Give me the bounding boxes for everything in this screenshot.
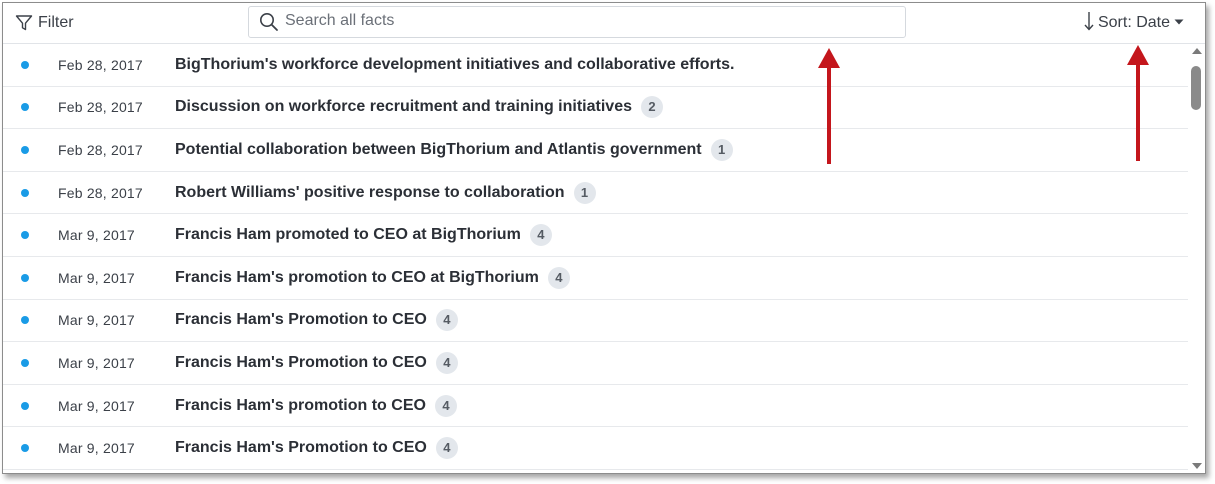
fact-title-group: Francis Ham promoted to CEO at BigThoriu… (175, 224, 552, 247)
fact-title-group: Francis Ham's Promotion to CEO 4 (175, 437, 458, 460)
scroll-up-arrow-icon[interactable] (1192, 48, 1202, 54)
filter-button[interactable]: Filter (15, 11, 74, 35)
status-dot (21, 444, 29, 453)
fact-title-group: Francis Ham's promotion to CEO at BigTho… (175, 266, 570, 289)
fact-title-group: Francis Ham's Promotion to CEO 4 (175, 351, 458, 374)
fact-count-badge: 4 (435, 309, 458, 332)
fact-row[interactable]: Feb 28, 2017 Robert Williams' positive re… (3, 172, 1188, 215)
fact-row[interactable]: Mar 9, 2017 Francis Ham's Promotion to CE… (3, 427, 1188, 470)
fact-date: Feb 28, 2017 (58, 184, 143, 201)
fact-count-badge: 4 (434, 394, 457, 417)
fact-title: Francis Ham's Promotion to CEO (175, 353, 427, 371)
status-dot (21, 231, 29, 240)
fact-title: Francis Ham's Promotion to CEO (175, 311, 427, 329)
fact-title: Robert Williams' positive response to co… (175, 183, 565, 201)
fact-date: Feb 28, 2017 (58, 141, 143, 158)
fact-date: Mar 9, 2017 (58, 312, 135, 329)
fact-date: Feb 28, 2017 (58, 99, 143, 116)
fact-count-badge: 4 (435, 351, 458, 374)
fact-row[interactable]: Feb 28, 2017 Discussion on workforce recr… (3, 87, 1188, 130)
funnel-icon (15, 14, 33, 32)
fact-date: Mar 9, 2017 (58, 397, 135, 414)
fact-date: Feb 28, 2017 (58, 56, 143, 73)
vertical-scrollbar[interactable] (1189, 44, 1205, 473)
fact-date: Mar 9, 2017 (58, 354, 135, 371)
facts-panel: Filter Sort: Date (2, 2, 1206, 474)
fact-count-badge: 4 (435, 437, 458, 460)
status-dot (21, 145, 29, 154)
fact-title: BigThorium's workforce development initi… (175, 55, 735, 73)
fact-title-group: Francis Ham's Promotion to CEO 4 (175, 309, 458, 332)
arrow-down-icon (1083, 11, 1095, 36)
sort-button[interactable]: Sort: Date (1083, 11, 1185, 35)
facts-toolbar: Filter Sort: Date (3, 3, 1205, 44)
fact-title: Francis Ham promoted to CEO at BigThoriu… (175, 226, 521, 244)
fact-title-group: Discussion on workforce recruitment and … (175, 96, 663, 119)
status-dot (21, 401, 29, 410)
sort-label: Sort: Date (1097, 14, 1170, 31)
fact-title-group: Potential collaboration between BigThori… (175, 138, 733, 161)
fact-date: Mar 9, 2017 (58, 440, 135, 457)
fact-title: Francis Ham's promotion to CEO (175, 396, 426, 414)
fact-row[interactable]: Mar 9, 2017 Francis Ham's promotion to CE… (3, 385, 1188, 428)
fact-row[interactable]: Mar 9, 2017 Francis Ham promoted to CEO a… (3, 214, 1188, 257)
fact-date: Mar 9, 2017 (58, 269, 135, 286)
fact-count-badge: 4 (529, 224, 552, 247)
fact-count-badge: 2 (640, 96, 663, 119)
scrollbar-thumb[interactable] (1191, 66, 1201, 110)
fact-title-group: Robert Williams' positive response to co… (175, 181, 596, 204)
fact-title: Discussion on workforce recruitment and … (175, 98, 632, 116)
status-dot (21, 188, 29, 197)
filter-label: Filter (38, 14, 74, 31)
fact-row[interactable]: Mar 9, 2017 Francis Ham's Promotion to CE… (3, 342, 1188, 385)
fact-title: Francis Ham's promotion to CEO at BigTho… (175, 268, 539, 286)
facts-list: Feb 28, 2017 BigThorium's workforce devel… (3, 44, 1188, 473)
fact-date: Mar 9, 2017 (58, 227, 135, 244)
status-dot (21, 358, 29, 367)
fact-count-badge: 1 (710, 138, 733, 161)
fact-row[interactable]: Feb 28, 2017 Potential collaboration betw… (3, 129, 1188, 172)
caret-down-icon (1173, 14, 1185, 32)
scroll-down-arrow-icon[interactable] (1192, 463, 1202, 469)
fact-row[interactable]: Mar 9, 2017 Francis Ham's promotion to CE… (3, 257, 1188, 300)
status-dot (21, 273, 29, 282)
fact-count-badge: 4 (547, 266, 570, 289)
fact-title-group: BigThorium's workforce development initi… (175, 56, 734, 74)
search-input[interactable] (285, 9, 885, 33)
status-dot (21, 316, 29, 325)
search-box[interactable] (248, 6, 906, 38)
fact-title: Francis Ham's Promotion to CEO (175, 439, 427, 457)
status-dot (21, 103, 29, 112)
fact-count-badge: 1 (573, 181, 596, 204)
fact-title-group: Francis Ham's promotion to CEO 4 (175, 394, 457, 417)
fact-row[interactable]: Mar 9, 2017 Francis Ham's Promotion to CE… (3, 300, 1188, 343)
fact-row[interactable]: Feb 28, 2017 BigThorium's workforce devel… (3, 44, 1188, 87)
fact-title: Potential collaboration between BigThori… (175, 140, 702, 158)
magnifier-icon (259, 12, 279, 37)
status-dot (21, 60, 29, 69)
